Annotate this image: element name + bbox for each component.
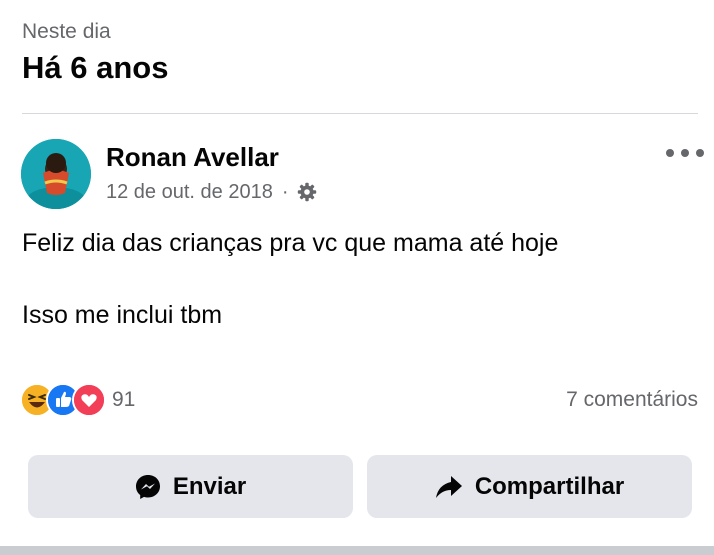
memory-kicker: Neste dia bbox=[22, 20, 111, 43]
divider bbox=[22, 113, 698, 114]
messenger-icon bbox=[135, 474, 160, 499]
comment-count-link[interactable]: 7 comentários bbox=[566, 386, 698, 414]
share-label: Compartilhar bbox=[474, 472, 625, 500]
dot bbox=[666, 149, 674, 157]
memory-header: Neste dia Há 6 anos bbox=[22, 18, 168, 88]
reactions-summary[interactable]: 91 bbox=[20, 383, 135, 417]
gear-icon bbox=[297, 182, 317, 202]
share-button[interactable]: Compartilhar bbox=[367, 455, 692, 518]
more-options-icon[interactable] bbox=[666, 141, 704, 165]
post-line: Isso me inclui tbm bbox=[22, 301, 223, 329]
send-button[interactable]: Enviar bbox=[28, 455, 353, 518]
feed-separator bbox=[0, 546, 714, 555]
share-arrow-icon bbox=[435, 475, 462, 498]
memory-title: Há 6 anos bbox=[22, 50, 169, 85]
post-line: Feliz dia das crianças pra vc que mama a… bbox=[22, 229, 559, 257]
meta-separator: · bbox=[281, 181, 289, 203]
post-meta: 12 de out. de 2018 · bbox=[106, 178, 317, 206]
dot bbox=[696, 149, 704, 157]
reaction-count: 91 bbox=[112, 388, 136, 411]
dot bbox=[681, 149, 689, 157]
post-text: Feliz dia das crianças pra vc que mama a… bbox=[22, 225, 558, 333]
author-name[interactable]: Ronan Avellar bbox=[106, 140, 279, 174]
post-date[interactable]: 12 de out. de 2018 bbox=[106, 178, 273, 206]
love-icon bbox=[72, 383, 106, 417]
send-label: Enviar bbox=[172, 472, 247, 500]
avatar[interactable] bbox=[21, 139, 91, 209]
